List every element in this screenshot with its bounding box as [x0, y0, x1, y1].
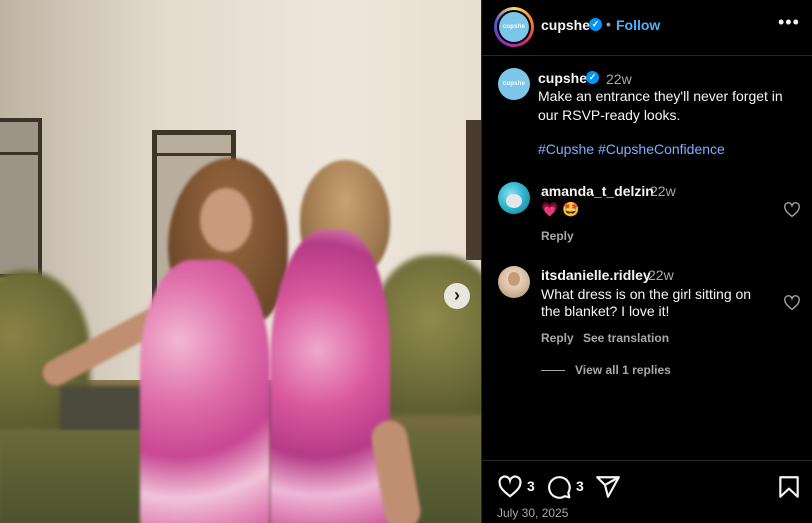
caption-text: Make an entrance they'll never forget in…: [538, 88, 783, 123]
comment-text: 💗 🤩: [541, 201, 580, 217]
post-image[interactable]: ›: [0, 0, 481, 523]
comment-icon[interactable]: [546, 474, 572, 500]
heart-icon[interactable]: [783, 201, 801, 219]
post-date[interactable]: July 30, 2025: [497, 506, 568, 520]
image-window-left: [0, 118, 42, 278]
view-replies-button[interactable]: View all 1 replies: [541, 363, 671, 377]
like-icon[interactable]: [497, 474, 523, 500]
like-count[interactable]: 3: [527, 478, 535, 494]
header-separator: •: [606, 16, 611, 32]
chevron-right-icon: ›: [454, 285, 460, 305]
hashtag-link[interactable]: #CupsheConfidence: [598, 141, 725, 157]
comment-avatar[interactable]: [498, 266, 530, 298]
post-actions-bar: 3 3 July 30, 2025: [482, 460, 812, 523]
next-image-button[interactable]: ›: [444, 283, 470, 309]
verified-badge-icon: ✓: [589, 18, 602, 31]
comment-username[interactable]: itsdanielle.ridley: [541, 267, 651, 283]
follow-button[interactable]: Follow: [616, 17, 660, 33]
post-header: cupshe cupshe ✓ • Follow •••: [482, 0, 812, 56]
verified-badge-icon: ✓: [586, 71, 599, 84]
see-translation-button[interactable]: See translation: [583, 331, 669, 345]
replies-divider: [541, 369, 565, 371]
reply-button[interactable]: Reply: [541, 331, 574, 345]
view-replies-label: View all 1 replies: [575, 363, 671, 377]
story-ring[interactable]: cupshe: [494, 7, 534, 47]
comment-text: What dress is on the girl sitting on the…: [541, 286, 752, 319]
more-options-icon[interactable]: •••: [778, 12, 800, 33]
post-side-panel: cupshe cupshe ✓ • Follow ••• cupshe cups…: [481, 0, 812, 523]
account-username[interactable]: cupshe: [541, 17, 590, 33]
image-door-right: [466, 120, 481, 260]
account-avatar[interactable]: cupshe: [499, 12, 529, 42]
share-icon[interactable]: [595, 474, 621, 500]
caption-hashtags: #Cupshe #CupsheConfidence: [538, 141, 725, 157]
heart-icon[interactable]: [783, 294, 801, 312]
comment-timestamp[interactable]: 22w: [648, 267, 674, 283]
save-bookmark-icon[interactable]: [776, 474, 802, 500]
comment-count[interactable]: 3: [576, 478, 584, 494]
caption-timestamp[interactable]: 22w: [606, 71, 632, 87]
caption-username[interactable]: cupshe: [538, 70, 587, 86]
reply-button[interactable]: Reply: [541, 229, 574, 243]
comment-avatar[interactable]: [498, 182, 530, 214]
caption-avatar[interactable]: cupshe: [498, 68, 530, 100]
comment-username[interactable]: amanda_t_delzin: [541, 183, 654, 199]
hashtag-link[interactable]: #Cupshe: [538, 141, 594, 157]
comment-timestamp[interactable]: 22w: [650, 183, 676, 199]
